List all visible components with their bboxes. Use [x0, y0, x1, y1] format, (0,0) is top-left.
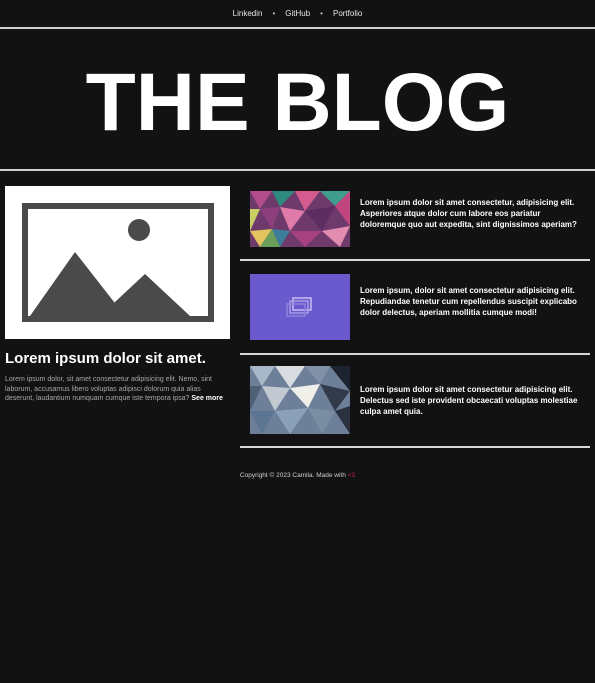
- post-card[interactable]: Lorem ipsum dolor sit amet consectetur a…: [250, 366, 590, 434]
- pink-polygon-image[interactable]: [250, 191, 350, 247]
- post-divider: [240, 353, 590, 355]
- nav-link-linkedin[interactable]: Linkedin: [223, 9, 273, 18]
- header-top-divider: [0, 27, 595, 29]
- post-excerpt[interactable]: Lorem ipsum dolor sit amet consectetur, …: [360, 197, 588, 230]
- post-card[interactable]: Lorem ipsum dolor sit amet consectetur, …: [250, 191, 590, 247]
- blue-grey-polygon-image[interactable]: [250, 366, 350, 434]
- see-more-link[interactable]: See more: [191, 395, 223, 402]
- nav-link-github[interactable]: GitHub: [275, 9, 320, 18]
- top-nav: Linkedin • GitHub • Portfolio: [0, 0, 595, 27]
- heart-icon: <3: [347, 472, 356, 479]
- purple-gallery-image[interactable]: [250, 274, 350, 340]
- post-divider: [240, 446, 590, 448]
- post-card[interactable]: Lorem ipsum, dolor sit amet consectetur …: [250, 274, 590, 340]
- feature-title[interactable]: Lorem ipsum dolor sit amet.: [5, 350, 235, 367]
- post-excerpt[interactable]: Lorem ipsum dolor sit amet consectetur a…: [360, 384, 588, 417]
- feature-excerpt: Lorem ipsum dolor, sit amet consectetur …: [5, 375, 230, 404]
- footer: Copyright © 2023 Camila. Made with <3: [0, 472, 595, 479]
- footer-copyright: Copyright © 2023 Camila. Made with: [239, 472, 348, 479]
- feature-image-placeholder-icon[interactable]: [5, 186, 230, 339]
- feature-excerpt-text: Lorem ipsum dolor, sit amet consectetur …: [5, 376, 212, 402]
- header-bottom-divider: [0, 169, 595, 171]
- post-divider: [240, 259, 590, 261]
- nav-link-portfolio[interactable]: Portfolio: [323, 9, 372, 18]
- page-title: THE BLOG: [85, 57, 510, 148]
- post-excerpt[interactable]: Lorem ipsum, dolor sit amet consectetur …: [360, 285, 588, 318]
